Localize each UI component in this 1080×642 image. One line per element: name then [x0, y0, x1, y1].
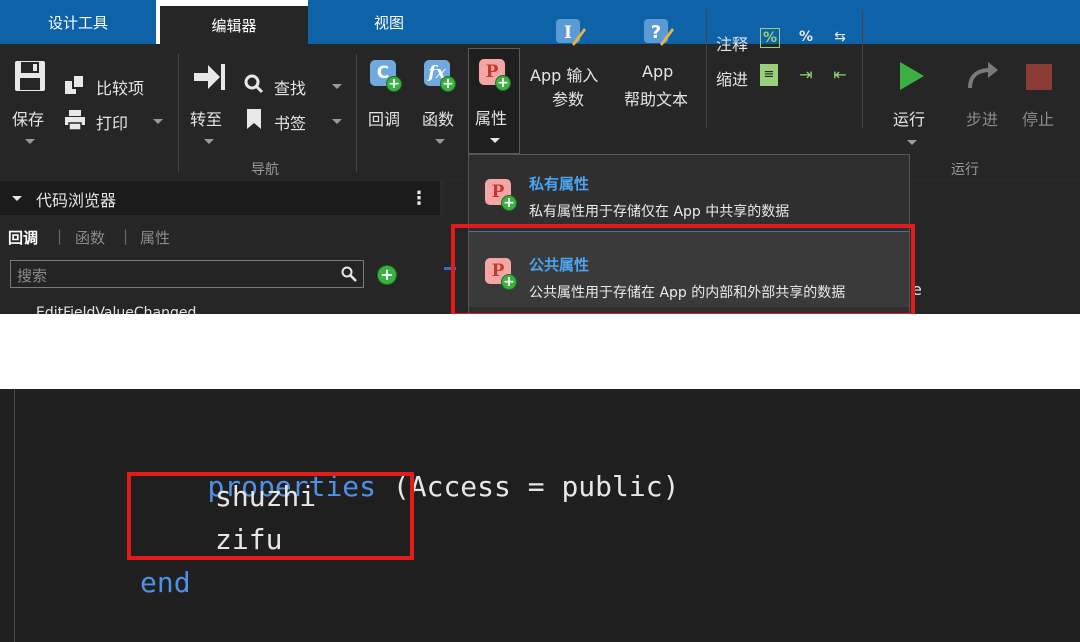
app-help-label-line2: 帮助文本 — [624, 90, 689, 109]
stop-label: 停止 — [1022, 110, 1055, 129]
add-property-plus-icon: + — [495, 75, 511, 91]
matlab-editor-ribbon-screenshot: 设计工具 编辑器 视图 保存 比较项 打印 转至 查找 书签 导航 C + 回调… — [0, 0, 1080, 314]
bookmark-icon — [247, 109, 261, 129]
bookmark-label: 书签 — [274, 114, 307, 133]
search-icon — [341, 266, 357, 282]
run-play-icon — [900, 62, 924, 90]
add-item-plus-icon[interactable]: + — [377, 265, 397, 285]
find-label: 查找 — [274, 79, 307, 98]
code-browser-tab-functions[interactable]: 函数 — [75, 227, 105, 248]
increase-indent-icon[interactable]: ⇥ — [796, 64, 816, 86]
search-icon — [244, 74, 264, 94]
code-browser-tab-callbacks[interactable]: 回调 — [8, 227, 38, 248]
bookmark-dropdown-caret[interactable] — [332, 119, 342, 124]
highlight-box-public-property — [451, 224, 915, 314]
private-property-plus-icon: + — [501, 195, 517, 211]
comment-label: 注释 — [716, 35, 749, 54]
ribbon-separator — [178, 54, 179, 172]
search-placeholder: 搜索 — [17, 267, 48, 285]
add-function-plus-icon: + — [440, 76, 456, 92]
property-button[interactable]: P + 属性 — [468, 48, 520, 154]
property-dropdown-caret[interactable] — [490, 138, 500, 143]
tab-view[interactable]: 视图 — [308, 0, 470, 44]
app-input-label-line1: App 输入 — [530, 66, 599, 85]
step-label: 步进 — [966, 110, 999, 129]
code-browser-search-input[interactable]: 搜索 — [10, 260, 364, 288]
wrap-comment-icon[interactable]: ⇆ — [830, 28, 850, 48]
save-dropdown-caret[interactable] — [25, 139, 35, 144]
menu-item-private-property[interactable]: P + 私有属性 私有属性用于存储仅在 App 中共享的数据 — [469, 155, 909, 231]
print-dropdown-caret[interactable] — [153, 119, 163, 124]
app-help-label-line1: App — [642, 62, 674, 81]
access-attribute: (Access = public) — [376, 470, 680, 503]
tab-divider: | — [57, 227, 63, 245]
tab-divider: | — [123, 227, 129, 245]
app-input-label-line2: 参数 — [552, 90, 585, 109]
function-dropdown-caret[interactable] — [435, 139, 445, 144]
step-arrow-icon — [968, 62, 998, 89]
comment-percent-icon[interactable]: % — [760, 28, 780, 48]
private-property-description: 私有属性用于存储仅在 App 中共享的数据 — [529, 204, 790, 220]
collapse-caret-icon[interactable] — [12, 196, 22, 201]
code-browser-tab-properties[interactable]: 属性 — [140, 227, 170, 248]
highlight-box-property-names — [127, 472, 414, 560]
callback-label: 回调 — [368, 110, 401, 129]
code-browser-header: 代码浏览器 ⋮ — [0, 181, 440, 215]
tab-view-label: 视图 — [373, 13, 404, 32]
editor-gutter-line — [14, 389, 15, 642]
run-dropdown-caret[interactable] — [907, 140, 917, 145]
help-question-icon: ? — [644, 19, 674, 46]
compare-label: 比较项 — [96, 79, 145, 98]
tab-editor[interactable]: 编辑器 — [160, 6, 308, 44]
find-dropdown-caret[interactable] — [332, 84, 342, 89]
decrease-indent-icon[interactable]: ⇤ — [830, 64, 850, 86]
compare-icon — [65, 74, 85, 94]
svg-text:?: ? — [651, 22, 661, 43]
stop-icon — [1026, 64, 1052, 90]
callback-list-item[interactable]: EditFieldValueChanged — [36, 305, 196, 314]
ribbon-separator — [356, 54, 357, 172]
tab-design-tools[interactable]: 设计工具 — [0, 0, 156, 44]
group-label-run: 运行 — [951, 162, 979, 178]
uncomment-percent-icon[interactable]: % — [796, 28, 816, 48]
tab-editor-label: 编辑器 — [211, 16, 257, 35]
code-snippet-panel: properties (Access = public) shuzhi zifu… — [0, 389, 1080, 642]
print-label: 打印 — [96, 114, 129, 133]
goto-label: 转至 — [190, 110, 223, 129]
print-icon — [65, 110, 85, 131]
smart-indent-icon[interactable]: ≡ — [760, 64, 778, 86]
code-browser-title: 代码浏览器 — [36, 191, 117, 210]
add-callback-plus-icon: + — [386, 76, 402, 92]
save-icon — [15, 61, 45, 91]
indent-label: 缩进 — [716, 70, 749, 89]
run-label: 运行 — [893, 110, 926, 129]
app-input-icon: I — [556, 19, 586, 46]
code-browser-panel: 回调 | 函数 | 属性 搜索 + EditFieldValueChanged — [0, 215, 444, 314]
property-label: 属性 — [475, 109, 508, 128]
function-label: 函数 — [422, 110, 455, 129]
group-label-navigation: 导航 — [251, 162, 279, 178]
svg-text:I: I — [564, 23, 572, 43]
ribbon-separator — [862, 10, 863, 128]
more-options-icon[interactable]: ⋮ — [410, 188, 428, 209]
save-label: 保存 — [12, 110, 45, 129]
private-property-title: 私有属性 — [529, 175, 590, 193]
ribbon-tab-bar: 设计工具 编辑器 视图 — [0, 0, 1080, 44]
keyword-end: end — [140, 566, 191, 599]
goto-arrow-icon — [194, 64, 225, 90]
ribbon-separator — [706, 10, 707, 128]
tab-design-tools-label: 设计工具 — [47, 13, 108, 32]
goto-dropdown-caret[interactable] — [204, 139, 214, 144]
